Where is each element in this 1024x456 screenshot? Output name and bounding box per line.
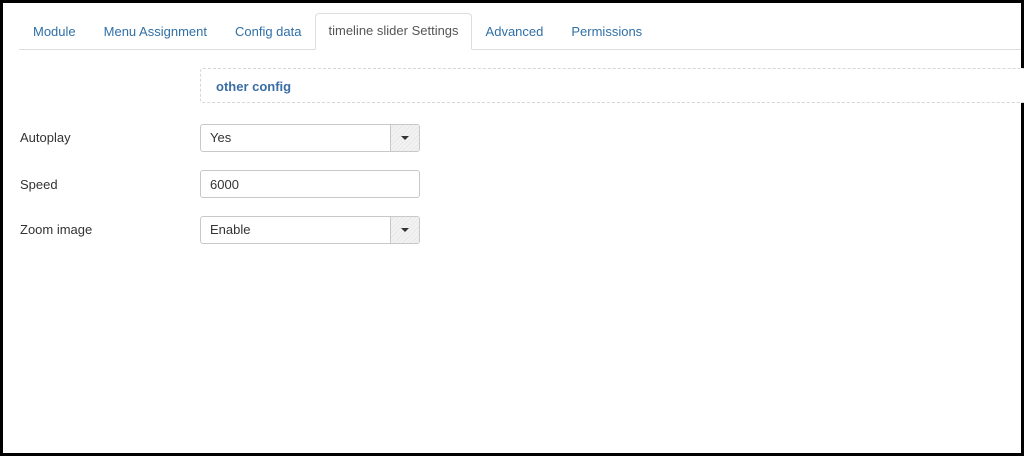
speed-label: Speed	[20, 177, 58, 192]
tab-config-data[interactable]: Config data	[221, 14, 316, 49]
zoom-image-select[interactable]: Enable	[200, 216, 420, 244]
tab-menu-assignment[interactable]: Menu Assignment	[90, 14, 221, 49]
zoom-image-value: Enable	[210, 222, 251, 237]
window-frame: Module Menu Assignment Config data timel…	[0, 0, 1024, 456]
caret-down-icon	[401, 136, 409, 140]
tab-bar: Module Menu Assignment Config data timel…	[19, 13, 1021, 50]
section-title: other config	[216, 79, 292, 94]
autoplay-value: Yes	[210, 130, 232, 145]
autoplay-label: Autoplay	[20, 130, 71, 145]
autoplay-dropdown-button[interactable]	[390, 125, 419, 151]
speed-input[interactable]	[200, 170, 420, 198]
tab-advanced[interactable]: Advanced	[472, 14, 558, 49]
autoplay-select[interactable]: Yes	[200, 124, 420, 152]
zoom-image-dropdown-button[interactable]	[390, 217, 419, 243]
tab-timeline-slider-settings[interactable]: timeline slider Settings	[315, 13, 472, 50]
other-config-section: other config	[200, 68, 1024, 103]
tab-module[interactable]: Module	[19, 14, 90, 49]
tab-permissions[interactable]: Permissions	[557, 14, 656, 49]
caret-down-icon	[401, 228, 409, 232]
zoom-image-label: Zoom image	[20, 222, 93, 237]
